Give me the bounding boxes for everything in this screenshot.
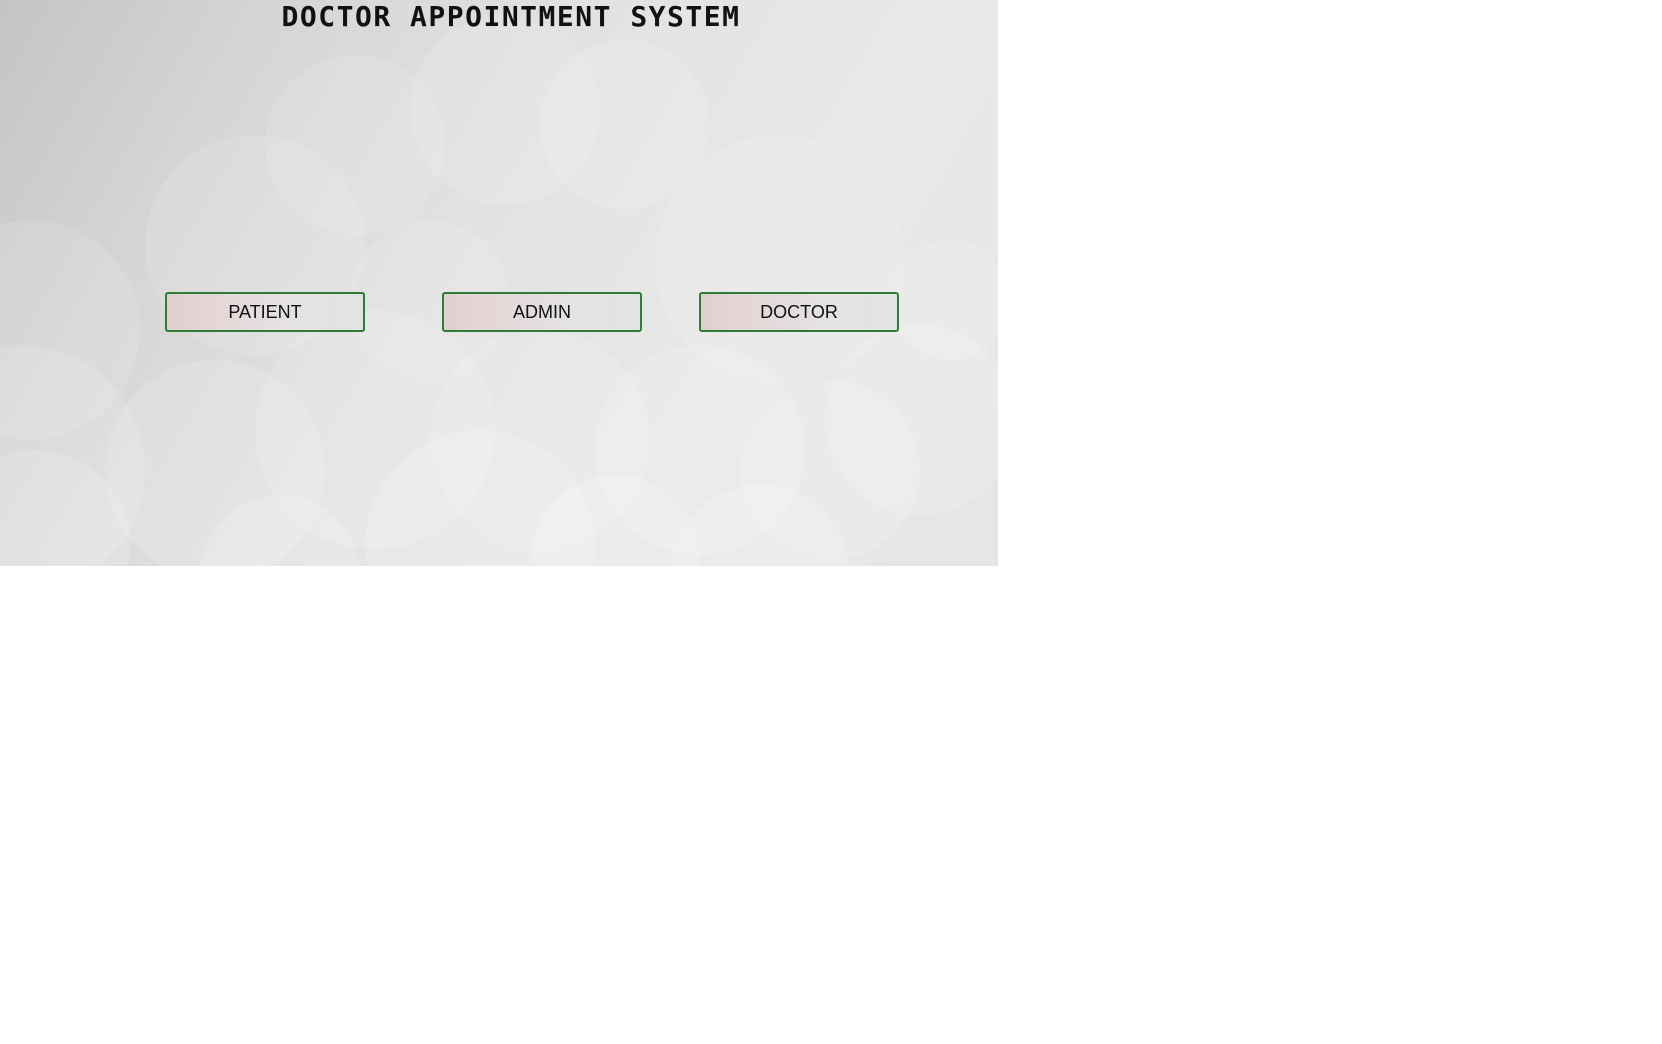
cloud-background-image bbox=[0, 15, 998, 566]
patient-button[interactable]: PATIENT bbox=[165, 292, 365, 332]
doctor-button[interactable]: DOCTOR bbox=[699, 292, 899, 332]
admin-button[interactable]: ADMIN bbox=[442, 292, 642, 332]
background-panel: DOCTOR APPOINTMENT SYSTEM PATIENT ADMIN … bbox=[0, 0, 998, 566]
page-title: DOCTOR APPOINTMENT SYSTEM bbox=[281, 0, 741, 33]
